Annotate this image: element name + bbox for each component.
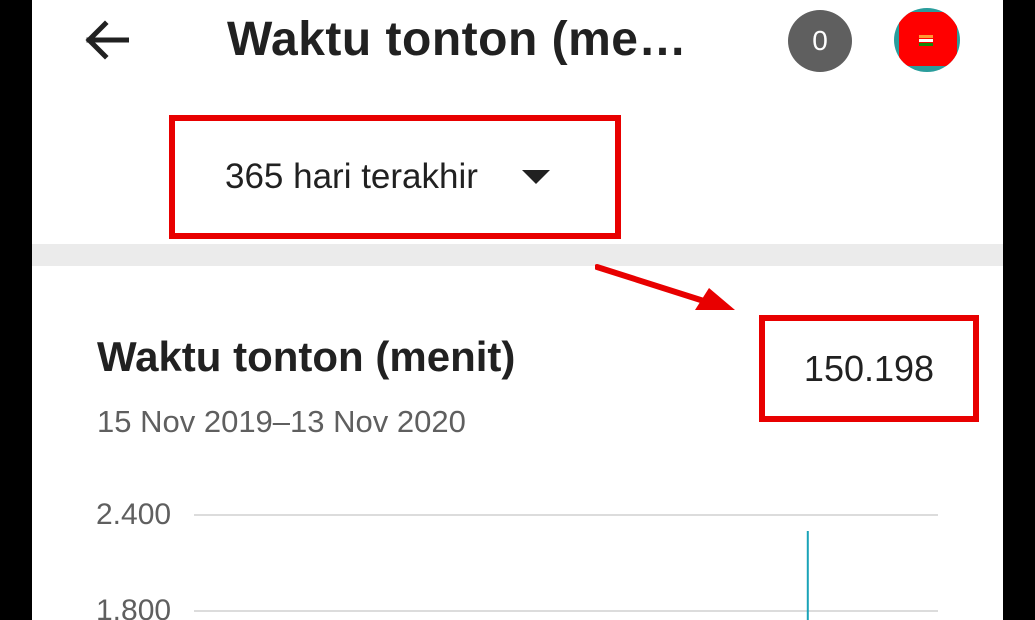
flag-mark-icon <box>919 35 933 46</box>
chart-canvas <box>194 514 938 620</box>
metric-date-range: 15 Nov 2019–13 Nov 2020 <box>97 404 466 439</box>
metric-total-value: 150.198 <box>803 347 935 389</box>
dropdown-caret-icon <box>521 170 550 184</box>
watch-time-chart: 2.400 1.800 <box>32 470 1003 620</box>
channel-avatar[interactable] <box>894 8 960 72</box>
y-tick-label: 1.800 <box>96 594 172 620</box>
metric-title: Waktu tonton (menit) <box>97 333 516 380</box>
page-title: Waktu tonton (me… <box>227 13 687 66</box>
date-range-selected-label: 365 hari terakhir <box>225 157 478 196</box>
arrow-back-icon <box>85 20 129 60</box>
metric-value-highlight: 150.198 <box>759 315 979 422</box>
notification-count-badge[interactable]: 0 <box>788 10 852 72</box>
section-divider <box>32 244 1003 266</box>
app-screen: Waktu tonton (me… 0 365 hari terakhir Wa… <box>32 0 1003 620</box>
back-button[interactable] <box>80 14 132 66</box>
date-range-dropdown[interactable]: 365 hari terakhir <box>169 115 621 239</box>
y-tick-label: 2.400 <box>96 498 172 531</box>
red-annotation-arrow-icon <box>595 264 735 310</box>
